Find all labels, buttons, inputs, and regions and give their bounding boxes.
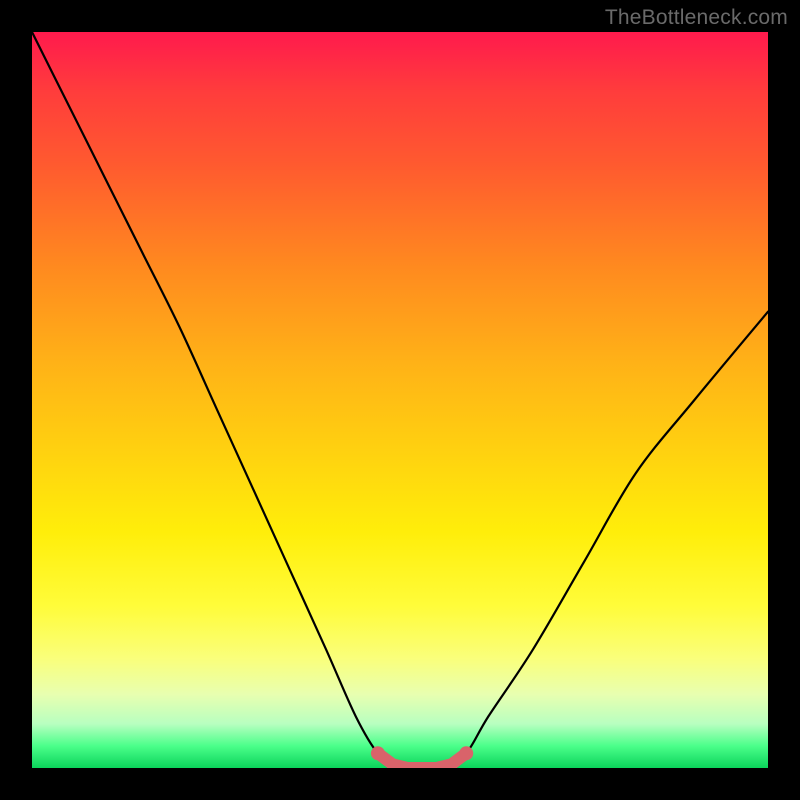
- highlight-zone-end-dot: [371, 746, 385, 760]
- bottleneck-curve-path: [32, 32, 768, 768]
- curve-layer: [32, 32, 768, 768]
- highlight-zone-path: [378, 753, 466, 768]
- highlight-zone-end-dot: [459, 746, 473, 760]
- chart-frame: TheBottleneck.com: [0, 0, 800, 800]
- watermark-text: TheBottleneck.com: [605, 6, 788, 30]
- plot-area: [32, 32, 768, 768]
- highlight-markers-group: [371, 746, 473, 768]
